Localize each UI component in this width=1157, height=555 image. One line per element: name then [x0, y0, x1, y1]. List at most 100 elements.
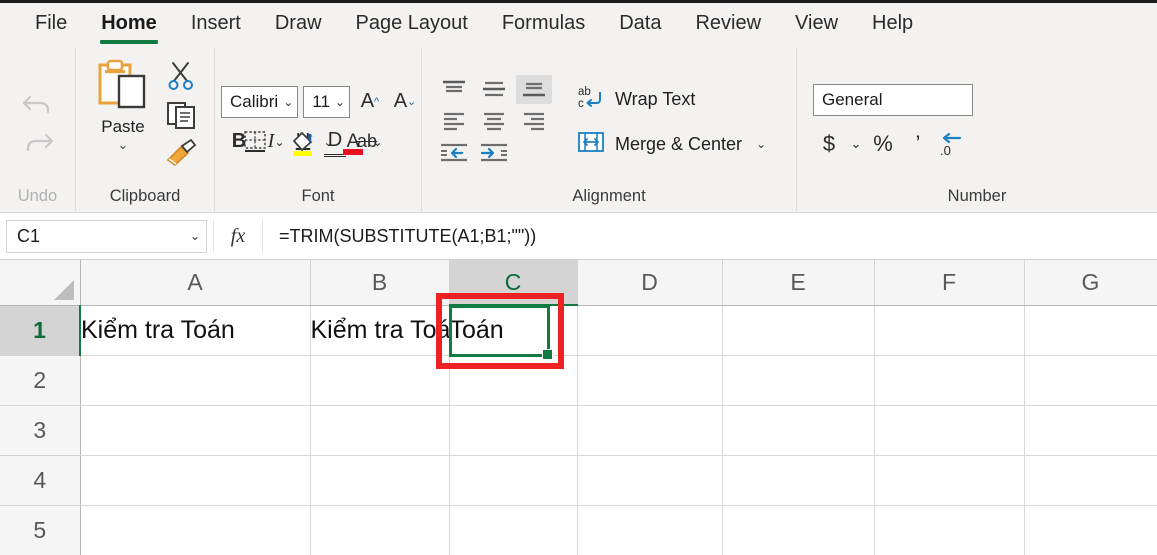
cell-g2[interactable]	[1024, 355, 1157, 406]
tab-page-layout[interactable]: Page Layout	[339, 0, 485, 46]
font-name-input[interactable]: Calibri ⌄	[221, 85, 299, 118]
cell-b3[interactable]	[310, 405, 450, 456]
fill-color-dropdown-caret-icon[interactable]: ⌄	[321, 127, 336, 157]
tab-home[interactable]: Home	[84, 0, 174, 46]
tab-formulas[interactable]: Formulas	[485, 0, 602, 46]
fill-color-button[interactable]	[289, 127, 319, 157]
wrap-text-button[interactable]: ab c Wrap Text	[576, 83, 766, 116]
column-header-a[interactable]: A	[80, 260, 311, 306]
tab-draw[interactable]: Draw	[258, 0, 339, 46]
cell-c5[interactable]	[449, 505, 578, 555]
cell-e1[interactable]	[722, 305, 875, 356]
cell-a5[interactable]	[80, 505, 311, 555]
row-header-3[interactable]: 3	[0, 405, 81, 456]
cell-g3[interactable]	[1024, 405, 1157, 456]
cell-f5[interactable]	[874, 505, 1025, 555]
cell-f3[interactable]	[874, 405, 1025, 456]
format-painter-icon[interactable]	[164, 138, 198, 172]
tab-insert[interactable]: Insert	[174, 0, 258, 46]
cell-c2[interactable]	[449, 355, 578, 406]
font-color-dropdown-caret-icon[interactable]: ⌄	[370, 127, 385, 157]
name-box-chevron-down-icon[interactable]: ⌄	[185, 230, 200, 242]
row-header-2[interactable]: 2	[0, 355, 81, 406]
accounting-dropdown-caret-icon[interactable]: ⌄	[848, 129, 864, 159]
align-center-button[interactable]	[476, 107, 512, 136]
row-header-4[interactable]: 4	[0, 455, 81, 506]
chevron-down-icon[interactable]: ⌄	[330, 96, 345, 108]
cell-e5[interactable]	[722, 505, 875, 555]
group-label-alignment: Alignment	[572, 187, 646, 205]
formula-input[interactable]: =TRIM(SUBSTITUTE(A1;B1;""))	[269, 219, 1151, 253]
tab-file[interactable]: File	[18, 0, 84, 46]
tab-review[interactable]: Review	[678, 0, 778, 46]
cell-a1[interactable]: Kiểm tra Toán	[80, 305, 311, 356]
increase-indent-button[interactable]	[476, 139, 512, 168]
cell-g4[interactable]	[1024, 455, 1157, 506]
tab-data[interactable]: Data	[602, 0, 678, 46]
cell-g1[interactable]	[1024, 305, 1157, 356]
column-header-c[interactable]: C	[449, 260, 578, 306]
borders-dropdown-caret-icon[interactable]: ⌄	[272, 127, 287, 157]
name-box[interactable]: C1 ⌄	[6, 219, 207, 253]
align-top-button[interactable]	[436, 75, 472, 104]
align-bottom-button[interactable]	[516, 74, 552, 104]
cell-d5[interactable]	[577, 505, 723, 555]
merge-and-center-button[interactable]: Merge & Center ⌄	[576, 129, 766, 160]
cell-e2[interactable]	[722, 355, 875, 406]
column-header-b[interactable]: B	[310, 260, 450, 306]
column-header-d[interactable]: D	[577, 260, 723, 306]
cell-a3[interactable]	[80, 405, 311, 456]
cell-d3[interactable]	[577, 405, 723, 456]
cell-g5[interactable]	[1024, 505, 1157, 555]
column-header-e[interactable]: E	[722, 260, 875, 306]
cell-c4[interactable]	[449, 455, 578, 506]
chevron-down-icon[interactable]: ⌄	[278, 96, 293, 108]
cell-c3[interactable]	[449, 405, 578, 456]
paste-dropdown-caret-icon[interactable]: ⌄	[118, 138, 129, 151]
align-middle-button[interactable]	[476, 75, 512, 104]
column-header-g[interactable]: G	[1024, 260, 1157, 306]
row-header-5[interactable]: 5	[0, 505, 81, 555]
cell-e4[interactable]	[722, 455, 875, 506]
undo-icon[interactable]	[21, 88, 55, 116]
borders-button[interactable]	[240, 127, 270, 157]
cell-c1[interactable]: Toán	[449, 305, 578, 356]
cell-b5[interactable]	[310, 505, 450, 555]
cell-f1[interactable]	[874, 305, 1025, 356]
redo-icon[interactable]	[21, 126, 55, 154]
copy-icon[interactable]	[164, 100, 198, 135]
number-format-select[interactable]: General	[813, 83, 973, 116]
paste-button[interactable]: Paste ⌄	[84, 57, 162, 151]
cell-b4[interactable]	[310, 455, 450, 506]
decrease-font-size-button[interactable]: A ⌄	[390, 87, 420, 117]
cell-f2[interactable]	[874, 355, 1025, 406]
cell-d4[interactable]	[577, 455, 723, 506]
font-size-input[interactable]: 11 ⌄	[303, 85, 350, 118]
scissors-icon[interactable]	[164, 61, 198, 96]
percent-style-button[interactable]: %	[867, 129, 899, 159]
select-all-corner[interactable]	[0, 260, 81, 306]
column-header-f[interactable]: F	[874, 260, 1025, 306]
comma-style-button[interactable]: ’	[902, 129, 934, 159]
cell-b2[interactable]	[310, 355, 450, 406]
tab-view[interactable]: View	[778, 0, 855, 46]
cell-a4[interactable]	[80, 455, 311, 506]
cell-a2[interactable]	[80, 355, 311, 406]
cell-d1[interactable]	[577, 305, 723, 356]
font-color-button[interactable]: A	[338, 127, 368, 157]
insert-function-button[interactable]: fx	[213, 219, 263, 253]
align-right-button[interactable]	[516, 107, 552, 136]
cell-f4[interactable]	[874, 455, 1025, 506]
tab-help[interactable]: Help	[855, 0, 930, 46]
row-header-1[interactable]: 1	[0, 305, 81, 356]
table-row: 5	[0, 505, 1157, 555]
align-left-button[interactable]	[436, 107, 472, 136]
increase-decimal-button[interactable]: .0	[937, 129, 969, 159]
merge-center-dropdown-caret-icon[interactable]: ⌄	[751, 138, 766, 150]
cell-b1[interactable]: Kiểm tra Toán	[310, 305, 450, 356]
accounting-format-button[interactable]: $	[813, 129, 845, 159]
decrease-indent-button[interactable]	[436, 139, 472, 168]
cell-e3[interactable]	[722, 405, 875, 456]
increase-font-size-button[interactable]: A ^	[355, 87, 385, 117]
cell-d2[interactable]	[577, 355, 723, 406]
